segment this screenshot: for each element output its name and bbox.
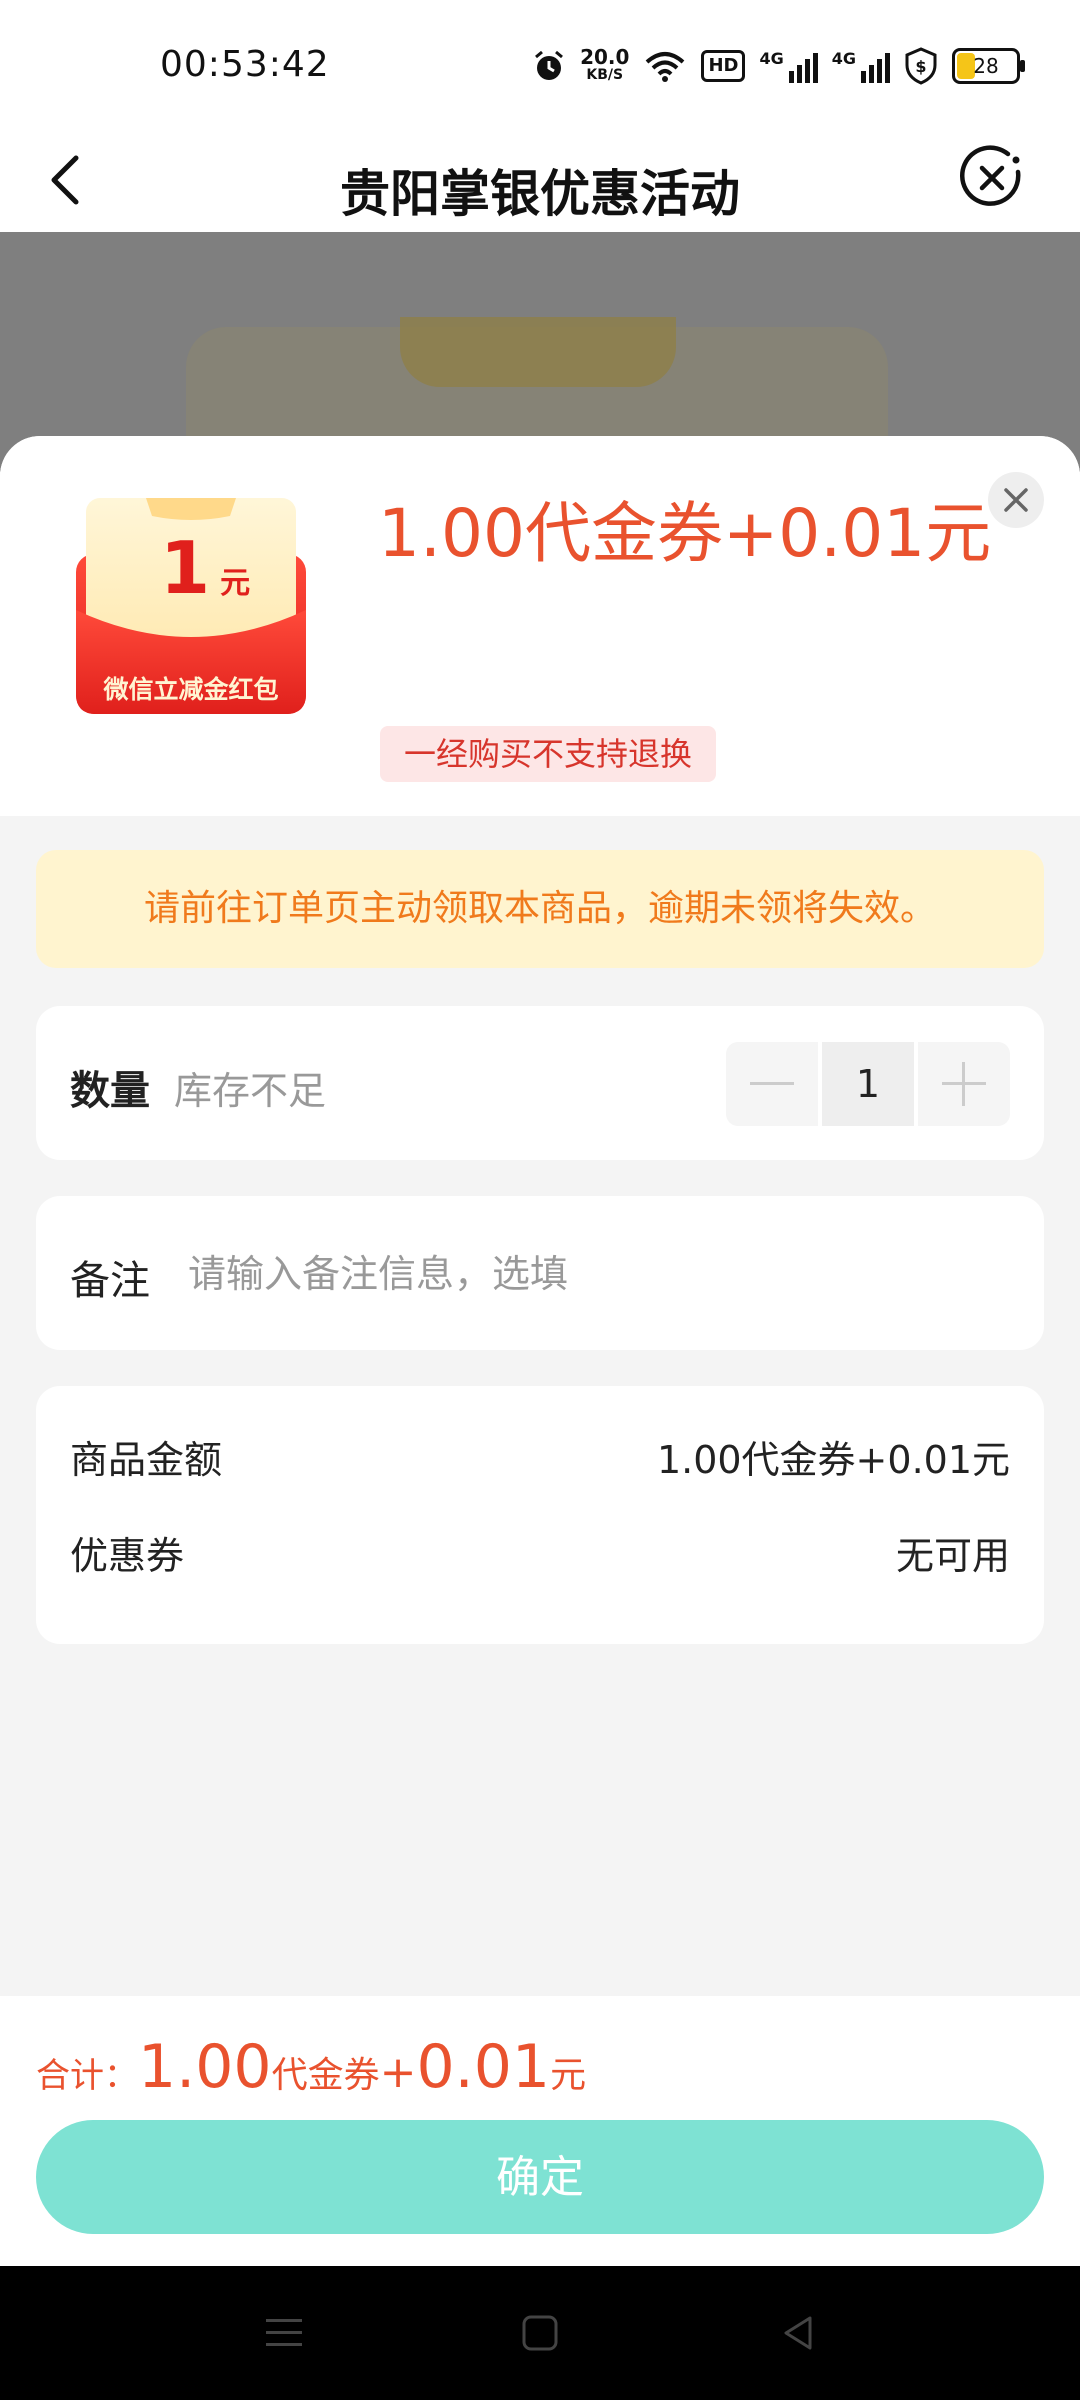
menu-icon[interactable] — [254, 2306, 314, 2360]
decrement-button[interactable] — [726, 1042, 818, 1126]
total-amount: 1.00 — [138, 2032, 272, 2102]
total-line: 合计： 1.00 代金券 + 0.01 元 — [36, 2032, 586, 2102]
checkout-footer: 合计： 1.00 代金券 + 0.01 元 确定 — [0, 1996, 1080, 2266]
status-time: 00:53:42 — [160, 44, 330, 85]
background-tab — [400, 317, 676, 387]
signal-icon: 4G — [832, 49, 890, 83]
close-circle-icon[interactable] — [956, 142, 1028, 214]
product-header: 1元 微信立减金红包 1.00代金券+0.01元 一经购买不支持退换 — [0, 436, 1080, 816]
battery-icon: 28 — [952, 48, 1025, 84]
quantity-stepper: 1 — [726, 1042, 1010, 1126]
total-unit-voucher: 代金券 — [271, 2055, 380, 2096]
total-plus: + — [379, 2047, 417, 2098]
network-speed-unit: KB/S — [586, 67, 624, 83]
minus-icon — [750, 1082, 794, 1085]
home-icon[interactable] — [510, 2306, 570, 2360]
alarm-icon — [532, 49, 566, 83]
remark-label: 备注 — [70, 1258, 150, 1304]
hd-icon: HD — [701, 50, 746, 82]
no-refund-tag: 一经购买不支持退换 — [380, 726, 717, 782]
status-icons: 20.0 KB/S HD 4G 4G $ 28 — [532, 44, 1025, 88]
system-nav-bar — [0, 2266, 1080, 2400]
total-label: 合计： — [36, 2056, 138, 2096]
stock-status: 库存不足 — [174, 1069, 327, 1113]
summary-row-coupon[interactable]: 优惠券 无可用 — [70, 1522, 1010, 1582]
order-summary-card: 商品金额 1.00代金券+0.01元 优惠券 无可用 — [36, 1386, 1044, 1644]
red-packet-caption: 微信立减金红包 — [103, 675, 279, 704]
red-packet-amount: 1元 — [160, 526, 250, 610]
confirm-button[interactable]: 确定 — [36, 2120, 1044, 2234]
increment-button[interactable] — [918, 1042, 1010, 1126]
product-price-title: 1.00代金券+0.01元 — [378, 495, 992, 572]
nav-bar: 贵阳掌银优惠活动 — [0, 130, 1080, 232]
remark-card: 备注 — [36, 1196, 1044, 1350]
screen: 00:53:42 20.0 KB/S HD 4G 4G $ 28 贵阳掌银优惠活… — [0, 0, 1080, 2400]
purchase-sheet: 1元 微信立减金红包 1.00代金券+0.01元 一经购买不支持退换 请前往订单… — [0, 436, 1080, 2266]
total-cash: 0.01 — [416, 2032, 551, 2102]
network-speed-value: 20.0 — [580, 45, 630, 69]
signal-1-label: 4G — [759, 49, 784, 68]
plus-icon — [942, 1062, 986, 1106]
signal-icon: 4G — [759, 49, 818, 83]
total-unit-cash: 元 — [550, 2055, 587, 2096]
battery-level: 28 — [973, 54, 999, 78]
svg-text:$: $ — [915, 57, 926, 76]
summary-amount-value: 1.00代金券+0.01元 — [656, 1437, 1010, 1482]
quantity-label: 数量 — [70, 1068, 150, 1114]
summary-row-amount: 商品金额 1.00代金券+0.01元 — [70, 1426, 1010, 1486]
status-bar: 00:53:42 20.0 KB/S HD 4G 4G $ 28 — [0, 0, 1080, 130]
close-icon[interactable] — [988, 472, 1044, 528]
red-packet-amount-value: 1 — [160, 526, 211, 610]
summary-amount-label: 商品金额 — [70, 1437, 223, 1482]
red-packet-image: 1元 微信立减金红包 — [72, 494, 310, 716]
quantity-value[interactable]: 1 — [822, 1042, 914, 1126]
remark-input[interactable] — [186, 1236, 990, 1312]
network-speed: 20.0 KB/S — [580, 45, 630, 84]
summary-coupon-value: 无可用 — [895, 1533, 1010, 1578]
red-packet-amount-unit: 元 — [220, 566, 251, 601]
signal-2-label: 4G — [831, 49, 856, 68]
back-triangle-icon[interactable] — [768, 2306, 828, 2360]
wifi-icon — [643, 48, 687, 84]
shield-icon: $ — [904, 47, 938, 85]
page-title: 贵阳掌银优惠活动 — [340, 165, 740, 223]
claim-notice: 请前往订单页主动领取本商品，逾期未领将失效。 — [36, 850, 1044, 968]
quantity-card: 数量 库存不足 1 — [36, 1006, 1044, 1160]
summary-coupon-label: 优惠券 — [70, 1533, 185, 1578]
